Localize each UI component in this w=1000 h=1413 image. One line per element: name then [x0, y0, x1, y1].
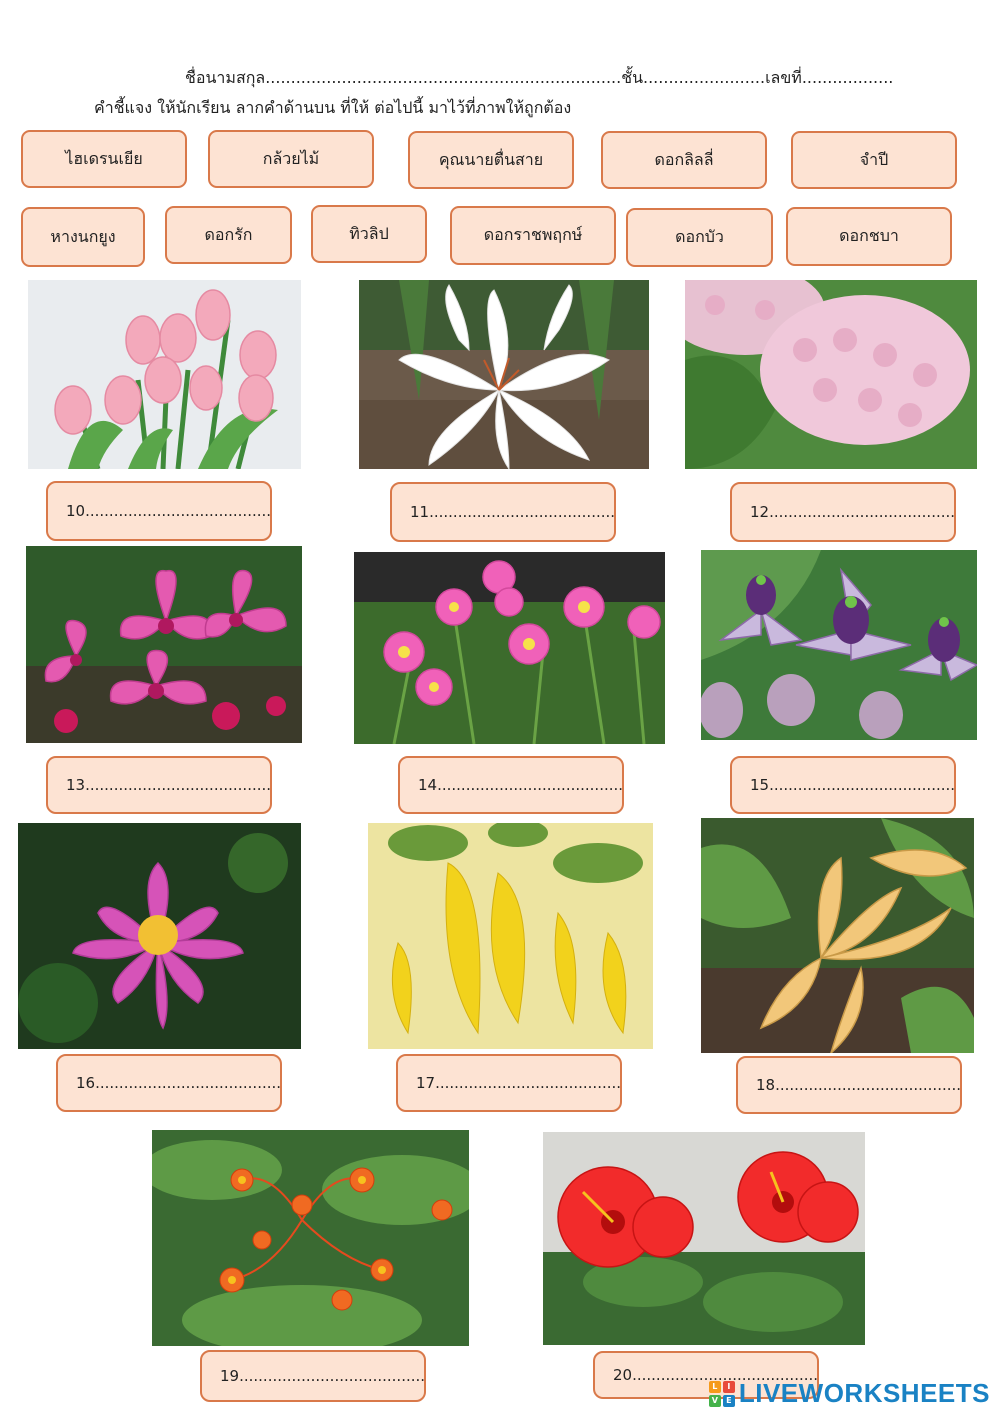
word-card-lily[interactable]: ดอกลิลลี่ [601, 131, 767, 189]
tulip-photo [28, 280, 301, 469]
peacock-flower-photo [152, 1130, 469, 1346]
liveworksheets-logo: LI VE LIVEWORKSHEETS [708, 1378, 990, 1409]
word-card-lotus[interactable]: ดอกบัว [626, 208, 773, 267]
word-card-tulip[interactable]: ทิวลิป [311, 205, 427, 263]
lotus-photo [18, 823, 301, 1049]
liveworksheets-logo-text: LIVEWORKSHEETS [738, 1378, 990, 1408]
orchid-photo [26, 546, 302, 743]
answer-box-16[interactable]: 16......................................… [56, 1054, 282, 1112]
golden-shower-photo [368, 823, 653, 1049]
liveworksheets-logo-icon: LI VE [708, 1380, 735, 1407]
lily-photo [359, 280, 649, 469]
name-line: ชื่อนามสกุล.............................… [185, 68, 894, 87]
instruction-text: คำชี้แจง ให้นักเรียน ลากคำด้านบน ที่ให้ … [94, 98, 572, 117]
answer-box-12[interactable]: 12......................................… [730, 482, 956, 542]
word-card-crown-flower[interactable]: ดอกรัก [165, 206, 292, 264]
word-card-portulaca[interactable]: คุณนายตื่นสาย [408, 131, 574, 189]
answer-box-13[interactable]: 13......................................… [46, 756, 272, 814]
portulaca-photo [354, 552, 665, 744]
answer-box-17[interactable]: 17......................................… [396, 1054, 622, 1112]
champak-photo [701, 818, 974, 1053]
word-card-champak[interactable]: จำปี [791, 131, 957, 189]
word-card-golden-shower[interactable]: ดอกราชพฤกษ์ [450, 206, 616, 265]
word-card-peacock-flower[interactable]: หางนกยูง [21, 207, 145, 267]
crown-flower-photo [701, 550, 977, 740]
word-card-orchid[interactable]: กล้วยไม้ [208, 130, 374, 188]
hydrangea-photo [685, 280, 977, 469]
answer-box-11[interactable]: 11......................................… [390, 482, 616, 542]
word-card-hydrangea[interactable]: ไฮเดรนเยีย [21, 130, 187, 188]
hibiscus-photo [543, 1132, 865, 1345]
answer-box-10[interactable]: 10......................................… [46, 481, 272, 541]
answer-box-15[interactable]: 15......................................… [730, 756, 956, 814]
answer-box-19[interactable]: 19......................................… [200, 1350, 426, 1402]
answer-box-14[interactable]: 14......................................… [398, 756, 624, 814]
word-card-hibiscus[interactable]: ดอกชบา [786, 207, 952, 266]
answer-box-18[interactable]: 18......................................… [736, 1056, 962, 1114]
